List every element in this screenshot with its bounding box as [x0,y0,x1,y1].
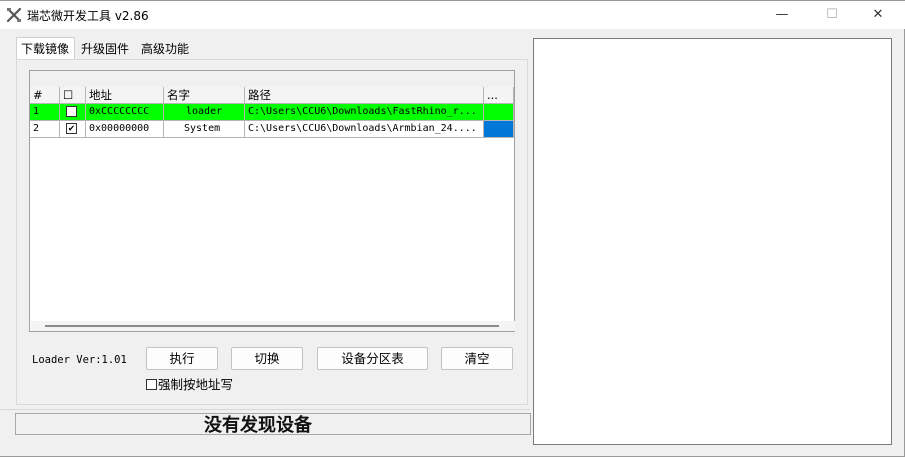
row-checkbox[interactable]: ✔ [66,123,77,134]
col-path-header: 路径 [245,87,484,104]
row-address[interactable]: 0xCCCCCCCC [86,104,164,121]
tools-icon [6,7,22,23]
table-row[interactable]: 2 ✔ 0x00000000 System C:\Users\CCU6\Down… [30,121,514,138]
tab-download-image[interactable]: 下载镜像 [16,37,75,59]
col-index-header: # [30,87,60,104]
row-index: 2 [30,121,60,138]
window-title: 瑞芯微开发工具 v2.86 [27,9,149,23]
tab-upgrade-firmware[interactable]: 升级固件 [77,39,135,59]
col-name-header: 名字 [164,87,245,104]
close-button[interactable]: ✕ [855,1,901,29]
row-browse-cell-selected[interactable] [484,121,514,138]
tab-advanced[interactable]: 高级功能 [137,39,195,59]
title-bar[interactable]: 瑞芯微开发工具 v2.86 — ☐ ✕ [0,1,905,29]
row-path[interactable]: C:\Users\CCU6\Downloads\FastRhino_r... [245,104,484,121]
table-row[interactable]: 1 0xCCCCCCCC loader C:\Users\CCU6\Downlo… [30,104,514,121]
row-checkbox[interactable] [66,106,77,117]
maximize-button[interactable]: ☐ [809,1,855,29]
minimize-button[interactable]: — [759,1,805,29]
loader-version: Loader Ver:1.01 [32,354,127,366]
checkbox-box[interactable] [146,379,157,390]
row-checkbox-cell[interactable] [60,104,86,121]
force-write-checkbox[interactable]: 强制按地址写 [146,378,233,392]
run-button[interactable]: 执行 [146,347,218,370]
row-address[interactable]: 0x00000000 [86,121,164,138]
row-browse-cell[interactable] [484,104,514,121]
col-check-header[interactable]: ☐ [60,87,86,104]
partition-table-button[interactable]: 设备分区表 [317,347,428,370]
divider [0,409,530,410]
log-panel[interactable] [533,38,892,445]
scrollbar-thumb[interactable] [45,325,499,327]
row-name[interactable]: System [164,121,245,138]
table-top-strip [30,71,514,88]
row-index: 1 [30,104,60,121]
col-address-header: 地址 [86,87,164,104]
table-header-row: # ☐ 地址 名字 路径 ... [30,87,514,104]
clear-button[interactable]: 清空 [441,347,513,370]
col-more-header[interactable]: ... [484,87,514,104]
device-status: 没有发现设备 [204,415,312,436]
horizontal-scrollbar[interactable] [31,321,515,331]
force-write-label: 强制按地址写 [158,377,234,392]
image-table: # ☐ 地址 名字 路径 ... 1 0xCCCCCCCC loader C:\… [29,70,515,332]
row-name[interactable]: loader [164,104,245,121]
row-path[interactable]: C:\Users\CCU6\Downloads\Armbian_24.... [245,121,484,138]
switch-button[interactable]: 切换 [231,347,303,370]
main-window: 瑞芯微开发工具 v2.86 — ☐ ✕ 下载镜像 升级固件 高级功能 # ☐ 地… [0,0,905,457]
row-checkbox-cell[interactable]: ✔ [60,121,86,138]
